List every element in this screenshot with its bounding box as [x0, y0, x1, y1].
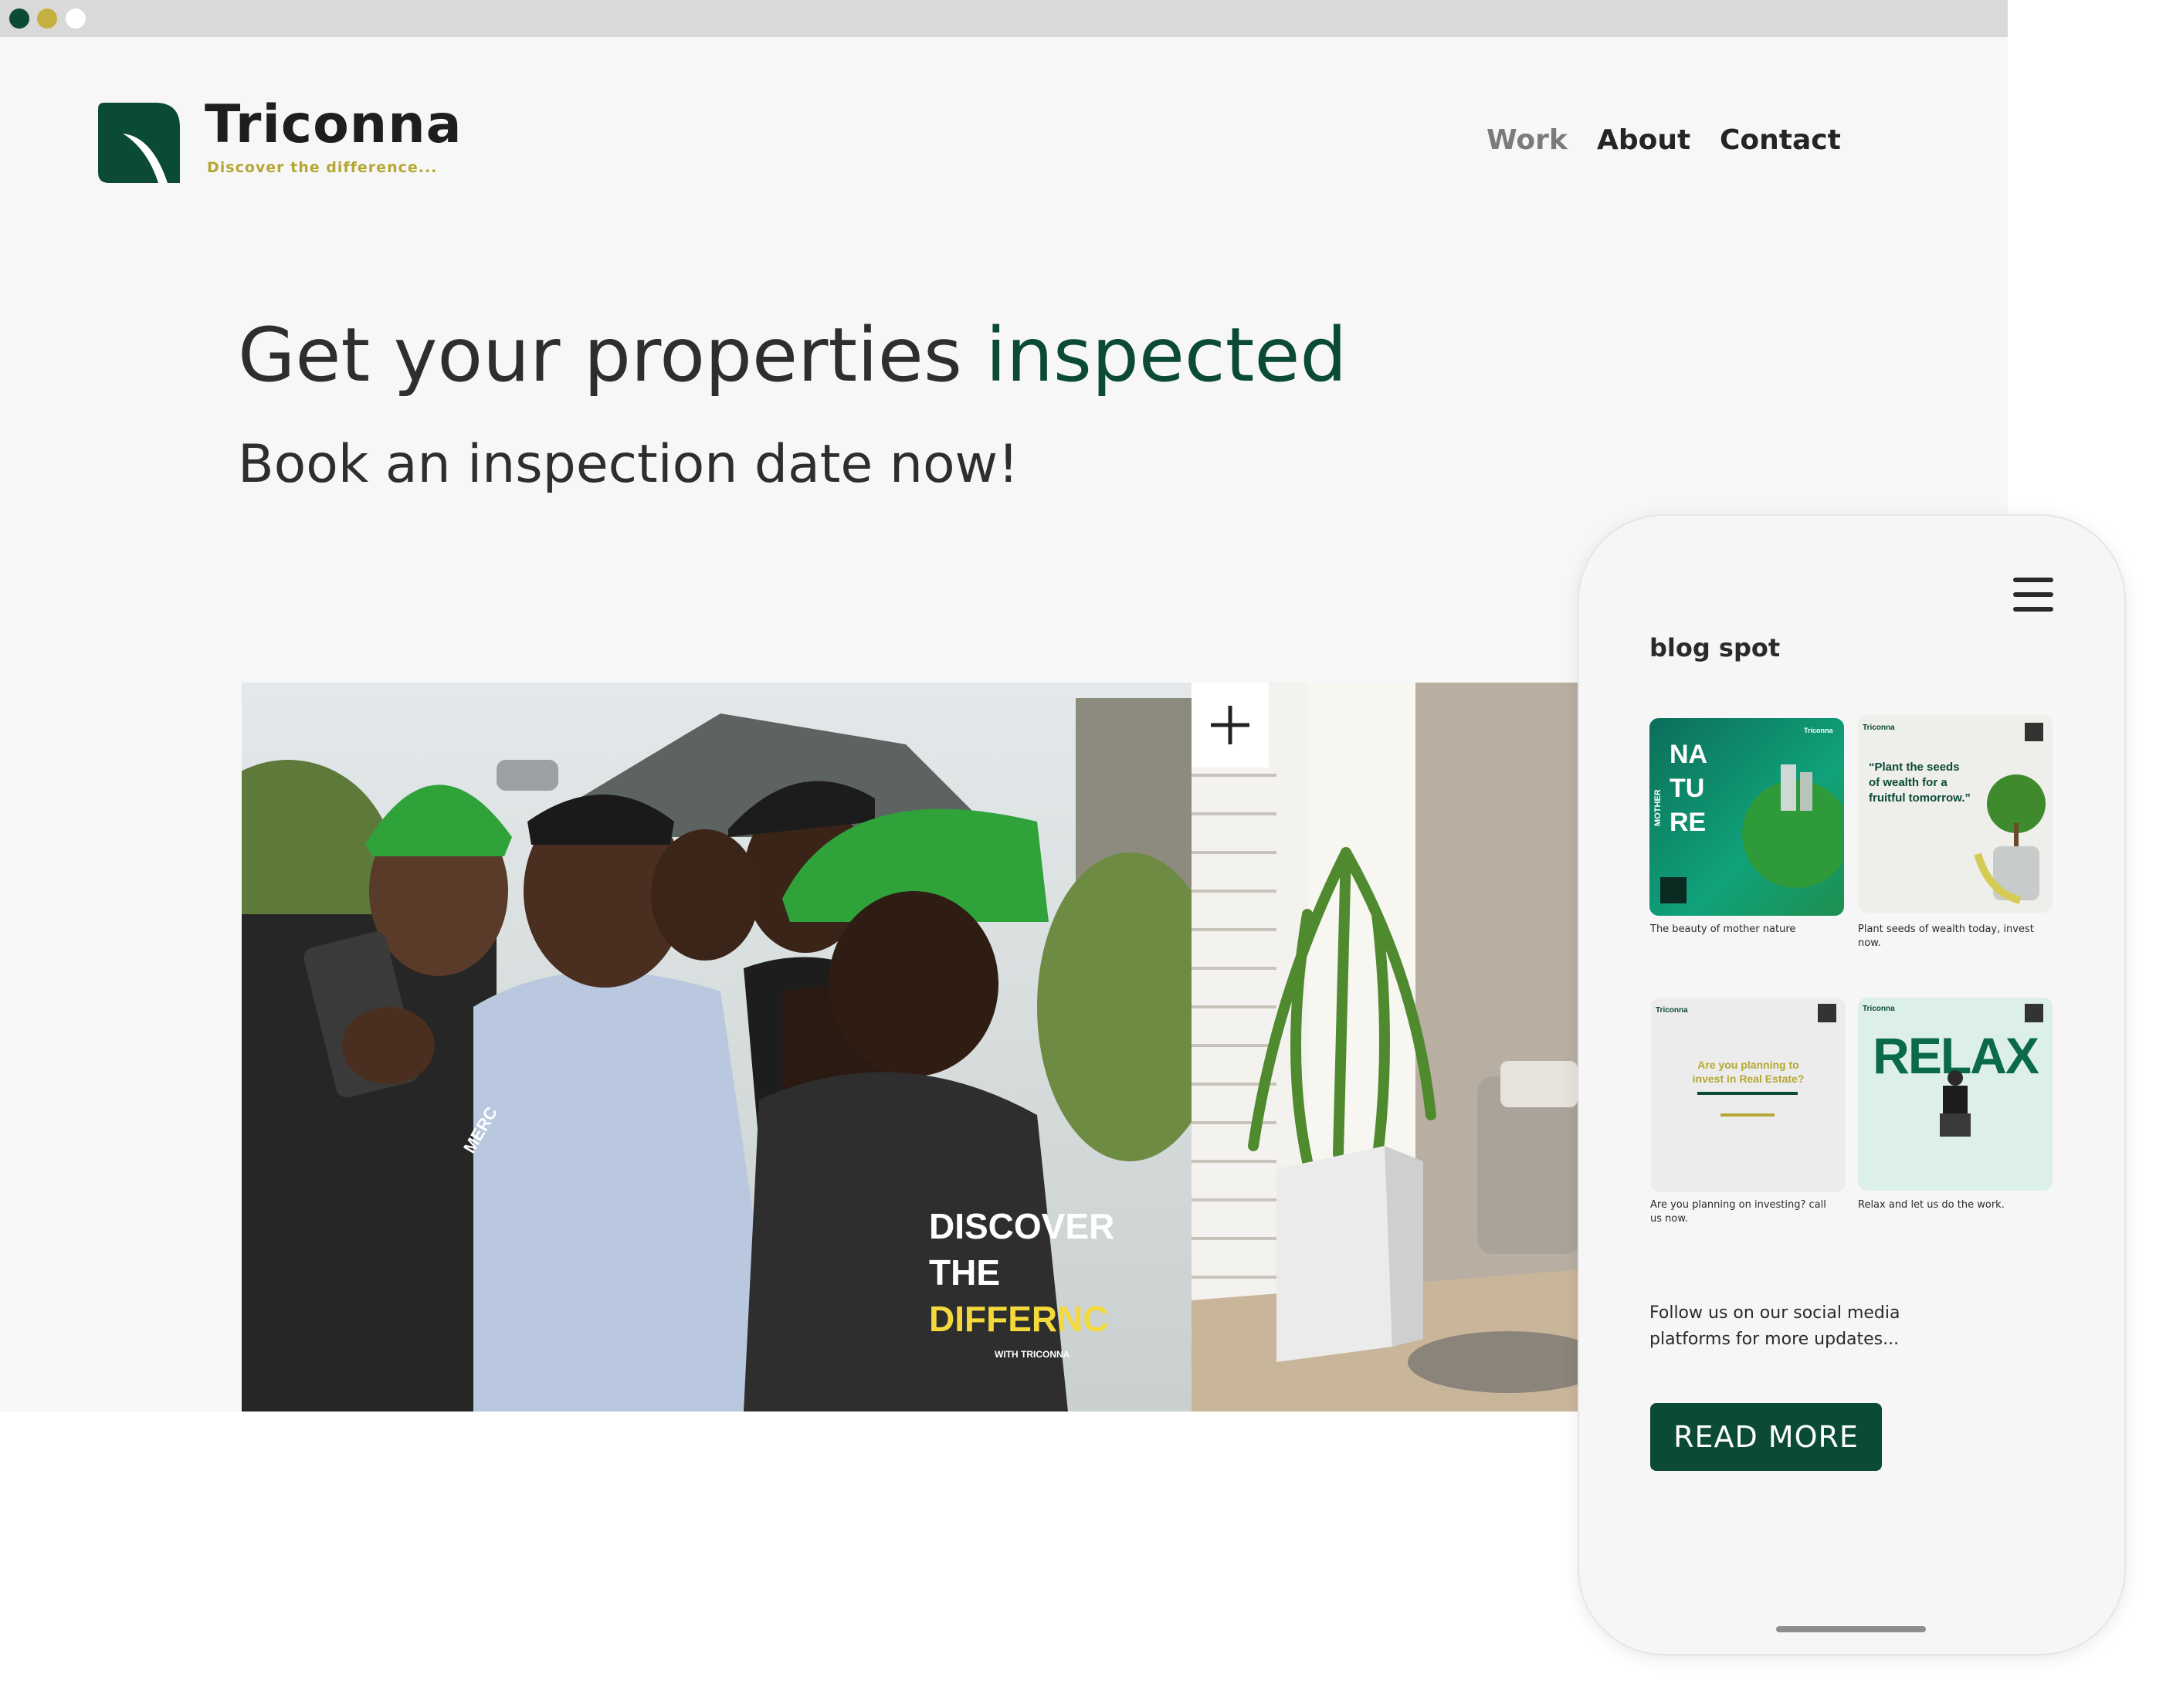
blog-card-nature[interactable]: NA TU RE MOTHER Triconna — [1649, 718, 1844, 916]
qr-code-icon — [2025, 723, 2043, 741]
hero-room-photo — [1192, 683, 1581, 1411]
blog-card-seeds[interactable]: Triconna “Plant the seeds of wealth for … — [1858, 715, 2053, 913]
card-caption: The beauty of mother nature — [1650, 923, 1796, 935]
minimize-dot[interactable] — [37, 8, 57, 29]
card-brand: Triconna — [1863, 1005, 1895, 1013]
card-poster-side-text: MOTHER — [1653, 789, 1663, 826]
nav-about-link[interactable]: About — [1597, 127, 1690, 154]
plus-icon — [1211, 706, 1249, 744]
card-caption: Are you planning on investing? call us n… — [1650, 1199, 1826, 1225]
page-headline: Get your properties inspected — [238, 312, 1348, 398]
brand-name[interactable]: Triconna — [205, 99, 463, 151]
card-brand: Triconna — [1656, 1006, 1688, 1015]
home-indicator[interactable] — [1776, 1626, 1926, 1632]
relaxing-man-illustration — [1940, 1070, 1971, 1137]
blog-card-relax[interactable]: Triconna RELAX — [1858, 998, 2053, 1191]
blog-card-invest[interactable]: Triconna Are you planning to invest in R… — [1651, 998, 1846, 1192]
social-follow-text: Follow us on our social media platforms … — [1649, 1303, 1900, 1350]
globe-illustration — [1742, 764, 1842, 888]
shirt-text-line3: DIFFERNC — [929, 1299, 1109, 1339]
card-text-divider — [1697, 1092, 1798, 1095]
card-brand: Triconna — [1804, 727, 1833, 734]
card-poster-line: “Plant the seeds — [1869, 761, 1960, 774]
hero-inspection-photo: DISCOVER THE DIFFERNC WITH TRICONNA MERC — [242, 683, 1192, 1411]
page-subheadline: Book an inspection date now! — [238, 434, 1019, 495]
tree-jar-illustration — [1974, 774, 2046, 904]
browser-titlebar — [0, 0, 2008, 37]
brand-tagline: Discover the difference... — [207, 159, 438, 176]
shirt-text-small: WITH TRICONNA — [995, 1349, 1070, 1360]
read-more-button[interactable]: READ MORE — [1650, 1403, 1882, 1471]
qr-code-icon — [2025, 1004, 2043, 1022]
card-poster-line: Are you planning to — [1697, 1059, 1799, 1071]
shirt-text-line1: DISCOVER — [929, 1206, 1114, 1246]
card-poster-line: of wealth for a — [1869, 776, 1948, 789]
card-poster-line: TU — [1670, 774, 1705, 803]
blog-section-title: blog spot — [1649, 633, 1781, 663]
card-poster-line: invest in Real Estate? — [1692, 1073, 1805, 1085]
nav-contact-link[interactable]: Contact — [1720, 127, 1841, 154]
headline-text: Get your properties — [238, 312, 986, 398]
card-poster-line: fruitful tomorrow.” — [1869, 791, 1971, 805]
card-poster-line: RE — [1670, 808, 1707, 837]
card-poster-line: NA — [1670, 740, 1708, 769]
inspection-team-image: DISCOVER THE DIFFERNC WITH TRICONNA MERC — [242, 683, 1192, 1411]
nav-work-link[interactable]: Work — [1487, 127, 1568, 154]
close-dot[interactable] — [9, 8, 29, 29]
headline-accent: inspected — [985, 312, 1348, 398]
card-brand: Triconna — [1863, 724, 1895, 732]
card-caption: Plant seeds of wealth today, invest now. — [1858, 923, 2034, 950]
shirt-text-line2: THE — [929, 1252, 1000, 1293]
maximize-dot[interactable] — [66, 8, 86, 29]
hamburger-menu-icon[interactable] — [2013, 578, 2053, 612]
triconna-logo-icon[interactable] — [98, 103, 180, 183]
card-caption: Relax and let us do the work. — [1858, 1199, 2005, 1211]
living-room-image — [1192, 683, 1581, 1411]
qr-code-icon — [1660, 877, 1687, 903]
expand-button[interactable] — [1192, 683, 1269, 768]
card-text-divider — [1720, 1113, 1775, 1117]
qr-code-icon — [1818, 1004, 1836, 1022]
